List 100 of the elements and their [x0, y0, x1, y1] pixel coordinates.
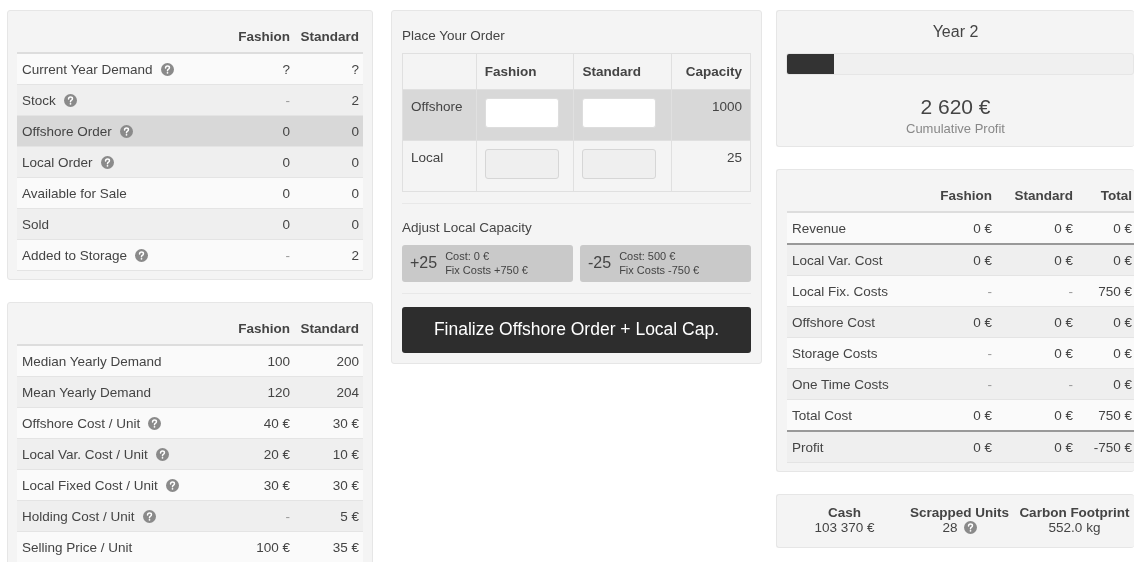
stat-value: 103 370 €: [814, 520, 875, 535]
row-label: Revenue: [792, 220, 847, 236]
table-cell: 0 €: [1054, 407, 1073, 423]
table-cell: 750 €: [1098, 283, 1132, 299]
stat-label: Cash: [828, 505, 861, 520]
table-cell: -: [1068, 376, 1073, 392]
row-label: Sold: [22, 216, 50, 232]
table-cell: -: [285, 247, 290, 263]
table-cell: 0 €: [973, 252, 992, 268]
quantity-field[interactable]: [582, 98, 657, 128]
table-cell: 0 €: [1054, 252, 1073, 268]
row-label: Local Fixed Cost / Unit: [22, 477, 158, 493]
row-label: Offshore Order: [22, 123, 112, 139]
help-icon[interactable]: [135, 248, 149, 262]
table-cell: 5 €: [340, 508, 359, 524]
table-cell: 0: [351, 216, 359, 232]
table-cell: 0: [351, 185, 359, 201]
table-cell: -: [1068, 283, 1073, 299]
table-cell: -750 €: [1093, 439, 1132, 455]
table-cell: 0: [351, 123, 359, 139]
table-cell: 0 €: [1113, 314, 1132, 330]
row-label: Local Var. Cost / Unit: [22, 446, 148, 462]
table-cell: 750 €: [1098, 407, 1132, 423]
row-label: Offshore: [411, 99, 463, 114]
help-icon[interactable]: [100, 155, 114, 169]
section-title: Place Your Order: [402, 27, 506, 45]
column-header: Standard: [573, 53, 672, 90]
column-header: Capacity: [671, 53, 751, 90]
table-cell: 0 €: [1054, 439, 1073, 455]
table-cell: 0: [282, 154, 290, 170]
table-cell: 100 €: [256, 539, 290, 555]
table-cell: 0: [282, 123, 290, 139]
help-icon[interactable]: [148, 416, 162, 430]
row-label: Available for Sale: [22, 185, 127, 201]
row-label: Added to Storage: [22, 247, 128, 263]
table-cell: 1000: [711, 99, 742, 114]
row-label: Total Cost: [792, 407, 853, 423]
table-cell: 100: [267, 353, 290, 369]
stat-label: Carbon Footprint: [1019, 505, 1130, 520]
table-cell: 0 €: [973, 314, 992, 330]
table-cell: 0: [282, 185, 290, 201]
table-cell: ?: [282, 61, 290, 77]
table-cell: 0 €: [1113, 252, 1132, 268]
row-label: Offshore Cost / Unit: [22, 415, 141, 431]
table-cell: 0: [351, 154, 359, 170]
profit-caption: Cumulative Profit: [905, 121, 1006, 136]
table-cell: 30 €: [332, 415, 359, 431]
row-label: Local Order: [22, 154, 93, 170]
table-cell: ?: [351, 61, 359, 77]
table-cell: 25: [726, 150, 742, 165]
table-cell: 2: [351, 92, 359, 108]
table-cell: 0 €: [1054, 220, 1073, 236]
table-cell: 0 €: [1113, 376, 1132, 392]
table-cell: -: [987, 345, 992, 361]
help-icon[interactable]: [963, 521, 977, 534]
row-label: Local: [411, 150, 444, 165]
profit-amount: 2 620 €: [919, 95, 992, 119]
quantity-field[interactable]: [484, 98, 559, 128]
table-cell: 20 €: [263, 446, 290, 462]
year-title: Year 2: [931, 23, 980, 41]
row-label: Current Year Demand: [22, 61, 153, 77]
table-cell: -: [987, 283, 992, 299]
row-label: Profit: [792, 439, 824, 455]
row-label: Mean Yearly Demand: [22, 384, 152, 400]
table-cell: 0 €: [973, 220, 992, 236]
table-cell: 0 €: [1113, 220, 1132, 236]
row-label: Median Yearly Demand: [22, 353, 162, 369]
help-icon[interactable]: [155, 447, 169, 461]
table-cell: 30 €: [263, 477, 290, 493]
table-cell: 10 €: [332, 446, 359, 462]
stat-label: Scrapped Units: [910, 505, 1009, 520]
row-label: Stock: [22, 92, 56, 108]
help-icon[interactable]: [63, 93, 77, 107]
help-icon[interactable]: [119, 124, 133, 138]
help-icon[interactable]: [142, 509, 156, 523]
row-label: Holding Cost / Unit: [22, 508, 135, 524]
stat-value: 552.0 kg: [1048, 520, 1101, 535]
row-label: Local Fix. Costs: [792, 283, 889, 299]
row-label: One Time Costs: [792, 376, 889, 392]
table-cell: 0: [282, 216, 290, 232]
table-cell: 0 €: [973, 439, 992, 455]
table-cell: 200: [336, 353, 359, 369]
row-label: Storage Costs: [792, 345, 878, 361]
table-cell: -: [987, 376, 992, 392]
row-label: Selling Price / Unit: [22, 539, 133, 555]
help-icon[interactable]: [160, 62, 174, 76]
table-cell: 204: [336, 384, 359, 400]
stat-value: 28: [942, 520, 958, 535]
table-cell: 0 €: [1054, 314, 1073, 330]
table-cell: 0 €: [1113, 345, 1132, 361]
table-cell: 2: [351, 247, 359, 263]
row-label: Offshore Cost: [792, 314, 876, 330]
table-cell: -: [285, 92, 290, 108]
table-cell: 35 €: [332, 539, 359, 555]
table-cell: 30 €: [332, 477, 359, 493]
row-label: Local Var. Cost: [792, 252, 883, 268]
column-header: Fashion: [476, 53, 574, 90]
help-icon[interactable]: [165, 478, 179, 492]
finalize-button[interactable]: Finalize Offshore Order + Local Cap.: [402, 306, 751, 353]
table-cell: 0 €: [1054, 345, 1073, 361]
